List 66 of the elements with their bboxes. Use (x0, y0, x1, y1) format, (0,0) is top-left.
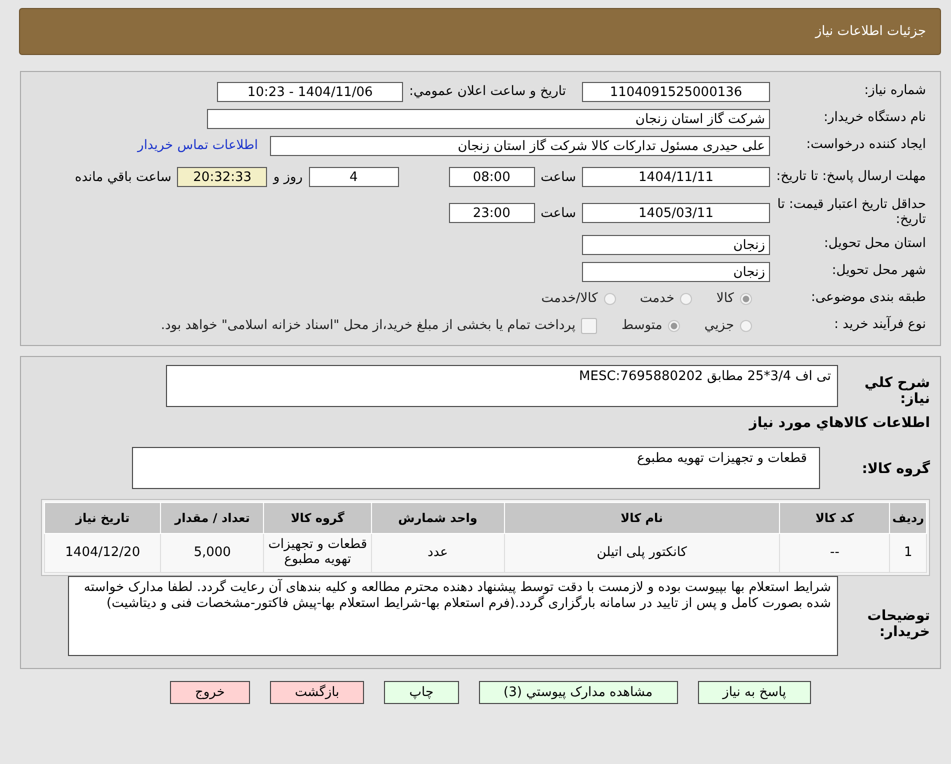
action-button[interactable]: پاسخ به نیاز (698, 681, 812, 704)
creator-field: علی حیدری مسئول تدارکات کالا شرکت گاز استان زنجان (270, 136, 770, 156)
buyer-field: شرکت گاز استان زنجان (207, 108, 770, 128)
table-cell: 5,000 (160, 534, 264, 572)
radio-label: خدمت (640, 291, 674, 306)
table-cell: 1 (890, 534, 926, 572)
field-label: گروه کالا: (860, 459, 930, 477)
column-header: نام کالا (504, 502, 780, 534)
validity-time-field: 23:00 (448, 203, 535, 223)
field-label: تاریخ و ساعت اعلان عمومي: (409, 84, 566, 99)
field-label: شهر محل تحویل: (830, 264, 926, 279)
field-label: ساعت (540, 170, 576, 184)
days-field: 4 (308, 167, 399, 187)
city-field: زنجان (582, 262, 770, 282)
radio-label: کالا/خدمت (541, 291, 598, 306)
action-button[interactable]: بازگشت (270, 681, 364, 704)
radio-button[interactable] (740, 320, 752, 332)
table-cell: 1404/12/20 (44, 534, 161, 572)
field-label: نام دستگاه خریدار: (822, 111, 926, 126)
field-label: مهلت ارسال پاسخ: تا تاریخ: (776, 170, 926, 184)
radio-button[interactable] (680, 292, 692, 304)
radio-button[interactable] (668, 320, 680, 332)
province-field: زنجان (582, 234, 770, 254)
table-cell: کانکتور پلی اتیلن (504, 534, 780, 572)
column-header: گروه کالا (264, 502, 372, 534)
deadline-time-field: 08:00 (448, 167, 535, 187)
field-label: استان محل تحویل: (823, 237, 926, 252)
column-header: ردیف (890, 502, 926, 534)
summary-textarea[interactable]: تی اف 3/4*25 مطابق MESC:7695880202 (166, 365, 838, 407)
column-header: واحد شمارش (371, 502, 504, 534)
action-button[interactable]: مشاهده مدارک پیوستي (3) (478, 681, 678, 704)
checkbox-label: پرداخت تمام یا بخشی از مبلغ خرید،از محل "اسناد خزانه اسلامی" خواهد بود. (160, 318, 576, 333)
column-header: تعداد / مقدار (160, 502, 264, 534)
action-button[interactable]: خروج (170, 681, 250, 704)
checkbox[interactable] (581, 318, 598, 334)
field-label: ساعت (540, 206, 576, 220)
table-cell: -- (780, 534, 890, 572)
deadline-date-field: 1404/11/11 (582, 167, 770, 187)
buyer-contact-link[interactable]: اطلاعات تماس خریدار (138, 138, 258, 153)
announce-date-field: 1404/11/06 - 10:23 (217, 82, 404, 102)
radio-button[interactable] (740, 292, 752, 304)
field-label: توضیحات خریدار: (866, 607, 930, 640)
field-label: حداقل تاریخ اعتبار قیمت: تا تاریخ: (776, 198, 926, 228)
field-label: ساعت باقي مانده (74, 170, 172, 184)
column-header: تاریخ نیاز (44, 502, 161, 534)
table-cell: قطعات و تجهیزات تهویه مطبوع (264, 534, 372, 572)
radio-label: کالا (716, 291, 734, 306)
notes-textarea[interactable]: شرایط استعلام بها بپیوست بوده و لازمست با دقت توسط پیشنهاد دهنده محترم مطالعه و کلیه بندهای آن رعایت گردد. لطفا مدارک خواسته شده بصورت کامل و پس از تایید در سامانه بارگزاری گردد.(فرم استعلام بها-شرایط استعلام بها-پیش فاکتور-مشخصات فنی و دیتاشیت) (68, 576, 838, 656)
need-number-field: 1104091525000136 (582, 82, 770, 102)
radio-label: متوسط (621, 318, 662, 333)
field-label: شماره نیاز: (863, 84, 926, 99)
section-title: اطلاعات کالاهاي مورد نياز (748, 415, 930, 431)
validity-date-field: 1405/03/11 (582, 203, 770, 223)
radio-label: جزيي (704, 318, 734, 333)
radio-button[interactable] (604, 292, 616, 304)
page-title: جزئیات اطلاعات نیاز (815, 24, 926, 39)
action-button[interactable]: چاپ (384, 681, 458, 704)
field-label: طبقه بندی موضوعی: (810, 291, 926, 306)
field-label: نوع فرآیند خرید : (833, 318, 926, 333)
column-header: کد کالا (780, 502, 890, 534)
field-label: ایجاد کننده درخواست: (805, 138, 926, 153)
remaining-time-field: 20:32:33 (177, 167, 268, 187)
field-label: روز و (273, 170, 303, 184)
table-cell: عدد (371, 534, 504, 572)
goods-group-textarea[interactable]: قطعات و تجهیزات تهویه مطبوع (132, 447, 820, 489)
field-label: شرح کلي نیاز: (864, 374, 930, 407)
